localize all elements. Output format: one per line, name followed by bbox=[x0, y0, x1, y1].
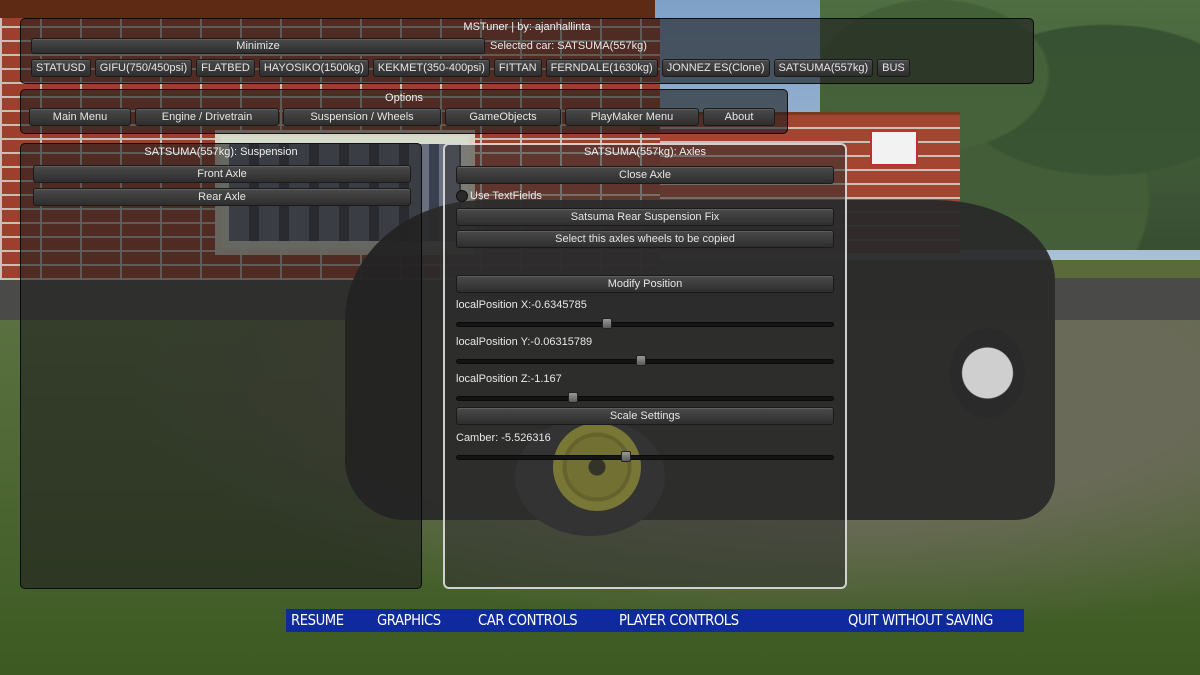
car-button-jonnez[interactable]: JONNEZ ES(Clone) bbox=[661, 59, 770, 77]
position-z-slider[interactable] bbox=[456, 392, 834, 404]
options-title: Options bbox=[385, 92, 423, 104]
car-button-hayosiko[interactable]: HAYOSIKO(1500kg) bbox=[258, 59, 369, 77]
front-axle-button[interactable]: Front Axle bbox=[33, 165, 411, 183]
car-selector-row: STATUSD GIFU(750/450psi) FLATBED HAYOSIK… bbox=[31, 59, 910, 77]
quit-without-saving-button[interactable]: QUIT WITHOUT SAVING bbox=[848, 611, 993, 629]
car-button-gifu[interactable]: GIFU(750/450psi) bbox=[94, 59, 193, 77]
slider-thumb[interactable] bbox=[602, 318, 613, 329]
axles-window: SATSUMA(557kg): Axles Close Axle Use Tex… bbox=[443, 143, 847, 589]
use-textfields-toggle[interactable]: Use TextFields bbox=[456, 190, 542, 202]
slider-track[interactable] bbox=[456, 396, 834, 401]
toggle-checkbox[interactable] bbox=[456, 190, 468, 202]
tab-gameobjects[interactable]: GameObjects bbox=[445, 108, 561, 126]
position-x-label: localPosition X:-0.6345785 bbox=[456, 299, 587, 311]
tab-about[interactable]: About bbox=[703, 108, 775, 126]
graphics-button[interactable]: GRAPHICS bbox=[377, 611, 441, 629]
rear-axle-button[interactable]: Rear Axle bbox=[33, 188, 411, 206]
scale-settings-button[interactable]: Scale Settings bbox=[456, 407, 834, 425]
car-button-ferndale[interactable]: FERNDALE(1630kg) bbox=[545, 59, 658, 77]
slider-thumb[interactable] bbox=[568, 392, 579, 403]
suspension-title: SATSUMA(557kg): Suspension bbox=[144, 146, 298, 158]
tab-playmaker-menu[interactable]: PlayMaker Menu bbox=[565, 108, 699, 126]
basketball-hoop bbox=[870, 130, 918, 166]
car-button-fittan[interactable]: FITTAN bbox=[493, 59, 542, 77]
camber-label: Camber: -5.526316 bbox=[456, 432, 551, 444]
car-button-satsuma[interactable]: SATSUMA(557kg) bbox=[773, 59, 874, 77]
tab-main-menu[interactable]: Main Menu bbox=[29, 108, 131, 126]
house-roof bbox=[0, 0, 655, 18]
camber-slider[interactable] bbox=[456, 451, 834, 463]
car-button-flatbed[interactable]: FLATBED bbox=[196, 59, 255, 77]
mstuner-window: MSTuner | by: ajanhallinta Minimize Sele… bbox=[20, 18, 1034, 84]
rear-suspension-fix-button[interactable]: Satsuma Rear Suspension Fix bbox=[456, 208, 834, 226]
close-axle-button[interactable]: Close Axle bbox=[456, 166, 834, 184]
options-window: Options Main Menu Engine / Drivetrain Su… bbox=[20, 89, 788, 134]
car-button-statusd[interactable]: STATUSD bbox=[31, 59, 91, 77]
position-y-label: localPosition Y:-0.06315789 bbox=[456, 336, 593, 348]
car-controls-button[interactable]: CAR CONTROLS bbox=[478, 611, 578, 629]
selected-car-label: Selected car: SATSUMA(557kg) bbox=[490, 40, 647, 52]
slider-track[interactable] bbox=[456, 455, 834, 460]
car-button-bus[interactable]: BUS bbox=[877, 59, 910, 77]
resume-button[interactable]: RESUME bbox=[291, 611, 344, 629]
pause-menu-bar: RESUME GRAPHICS CAR CONTROLS PLAYER CONT… bbox=[286, 609, 1024, 632]
tab-suspension-wheels[interactable]: Suspension / Wheels bbox=[283, 108, 441, 126]
slider-thumb[interactable] bbox=[621, 451, 632, 462]
suspension-window: SATSUMA(557kg): Suspension Front Axle Re… bbox=[20, 143, 422, 589]
position-y-slider[interactable] bbox=[456, 355, 834, 367]
axles-title: SATSUMA(557kg): Axles bbox=[583, 146, 707, 158]
rear-wheel bbox=[950, 328, 1025, 418]
copy-wheels-button[interactable]: Select this axles wheels to be copied bbox=[456, 230, 834, 248]
slider-track[interactable] bbox=[456, 322, 834, 327]
slider-thumb[interactable] bbox=[636, 355, 647, 366]
tab-engine-drivetrain[interactable]: Engine / Drivetrain bbox=[135, 108, 279, 126]
position-x-slider[interactable] bbox=[456, 318, 834, 330]
modify-position-button[interactable]: Modify Position bbox=[456, 275, 834, 293]
use-textfields-label: Use TextFields bbox=[470, 190, 542, 202]
position-z-label: localPosition Z:-1.167 bbox=[456, 373, 562, 385]
minimize-button[interactable]: Minimize bbox=[31, 38, 485, 54]
car-button-kekmet[interactable]: KEKMET(350-400psi) bbox=[372, 59, 490, 77]
player-controls-button[interactable]: PLAYER CONTROLS bbox=[619, 611, 739, 629]
window-title: MSTuner | by: ajanhallinta bbox=[463, 21, 591, 33]
options-tabs: Main Menu Engine / Drivetrain Suspension… bbox=[29, 108, 775, 126]
